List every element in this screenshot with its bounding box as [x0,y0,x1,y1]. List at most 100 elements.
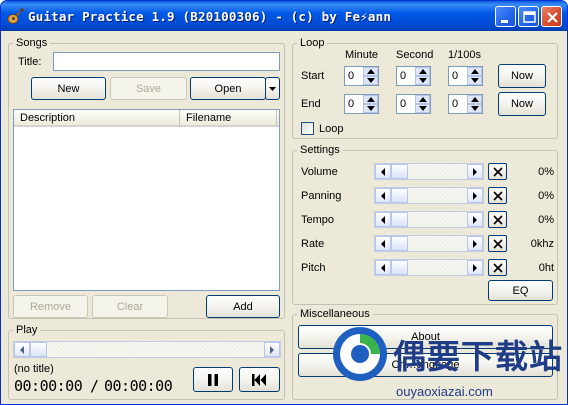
setting-value-tempo: 0% [538,214,554,226]
spin-up-button[interactable] [415,95,430,104]
spin-down-button[interactable] [363,104,378,113]
pause-icon [208,373,218,386]
start-minute-spinner[interactable]: 0 [344,66,379,86]
scroll-left-button[interactable] [375,236,391,251]
scroll-right-button[interactable] [264,342,280,357]
songs-group-label: Songs [13,37,51,49]
close-icon [493,239,503,249]
watermark-logo-icon [333,327,387,381]
slider-pitch[interactable] [374,259,484,276]
loop-checkbox[interactable] [301,122,314,135]
close-icon [547,12,558,23]
column-header-filename[interactable]: Filename [180,110,277,127]
setting-value-pitch: 0ht [538,262,554,274]
close-icon [493,263,503,273]
slider-thumb[interactable] [391,212,408,227]
spin-up-button[interactable] [363,67,378,76]
pause-button[interactable] [193,367,233,392]
watermark-url: ouyaoxiazai.com [396,384,493,399]
spin-up-button[interactable] [363,95,378,104]
slider-thumb[interactable] [391,164,408,179]
open-button[interactable]: Open [190,77,266,100]
slider-thumb[interactable] [391,260,408,275]
eq-button[interactable]: EQ [488,280,553,301]
remove-button[interactable]: Remove [13,295,88,318]
slider-tempo[interactable] [374,211,484,228]
slider-thumb[interactable] [391,236,408,251]
end-minute-spinner[interactable]: 0 [344,94,379,114]
window-title: Guitar Practice 1.9 (B20100306) - (c) by… [28,9,392,24]
watermark-text: 偶要下载站 [393,337,563,376]
arrow-left-icon [381,168,385,176]
position-slider-thumb[interactable] [30,342,47,357]
arrow-down-icon [471,78,479,83]
rewind-button[interactable] [239,367,280,392]
skip-back-icon [252,373,266,386]
minimize-button[interactable] [495,6,516,27]
title-bar[interactable]: Guitar Practice 1.9 (B20100306) - (c) by… [1,1,567,31]
setting-label-pitch: Pitch [301,262,326,274]
loop-checkbox-label[interactable]: Loop [319,123,343,135]
arrow-up-icon [419,97,427,102]
arrow-up-icon [367,97,375,102]
title-input[interactable] [53,52,280,71]
spin-up-button[interactable] [467,95,482,104]
spin-down-button[interactable] [363,76,378,85]
save-button[interactable]: Save [110,77,187,100]
spin-down-button[interactable] [467,104,482,113]
arrow-left-icon [381,240,385,248]
arrow-right-icon [473,168,477,176]
slider-thumb[interactable] [391,188,408,203]
slider-panning[interactable] [374,187,484,204]
close-button[interactable] [541,6,562,27]
scroll-left-button[interactable] [375,260,391,275]
arrow-up-icon [367,69,375,74]
end-now-button[interactable]: Now [498,92,546,116]
hundredths-column-label: 1/100s [448,49,482,61]
scroll-right-button[interactable] [467,260,483,275]
chevron-down-icon [269,86,276,91]
spin-up-button[interactable] [415,67,430,76]
clear-button[interactable]: Clear [92,295,168,318]
column-header-description[interactable]: Description [14,110,180,127]
new-button[interactable]: New [31,77,106,100]
arrow-left-icon [381,192,385,200]
slider-volume[interactable] [374,163,484,180]
setting-value-panning: 0% [538,190,554,202]
start-now-button[interactable]: Now [498,64,546,88]
scroll-right-button[interactable] [467,236,483,251]
song-list[interactable]: Description Filename [13,109,280,291]
start-second-spinner[interactable]: 0 [396,66,431,86]
slider-rate[interactable] [374,235,484,252]
arrow-down-icon [471,106,479,111]
arrow-left-icon [381,264,385,272]
end-hundredths-spinner[interactable]: 0 [448,94,483,114]
scroll-left-button[interactable] [375,164,391,179]
scroll-left-button[interactable] [375,212,391,227]
start-second-value: 0 [400,70,407,82]
arrow-up-icon [419,69,427,74]
position-slider[interactable] [13,341,281,358]
maximize-button[interactable] [518,6,539,27]
scroll-right-button[interactable] [467,164,483,179]
arrow-left-icon [20,346,24,354]
scroll-left-button[interactable] [14,342,30,357]
spin-down-button[interactable] [415,104,430,113]
start-hundredths-spinner[interactable]: 0 [448,66,483,86]
scroll-left-button[interactable] [375,188,391,203]
close-icon [493,167,503,177]
arrow-right-icon [473,216,477,224]
add-button[interactable]: Add [206,295,280,318]
settings-group-label: Settings [297,144,343,156]
open-dropdown-button[interactable] [265,77,280,100]
scroll-right-button[interactable] [467,188,483,203]
spin-down-button[interactable] [415,76,430,85]
app-window: Guitar Practice 1.9 (B20100306) - (c) by… [0,0,568,405]
spin-up-button[interactable] [467,67,482,76]
spin-down-button[interactable] [467,76,482,85]
arrow-down-icon [367,106,375,111]
maximize-icon [523,11,536,23]
end-second-spinner[interactable]: 0 [396,94,431,114]
scroll-right-button[interactable] [467,212,483,227]
play-position: 00:00:00 [14,377,83,395]
